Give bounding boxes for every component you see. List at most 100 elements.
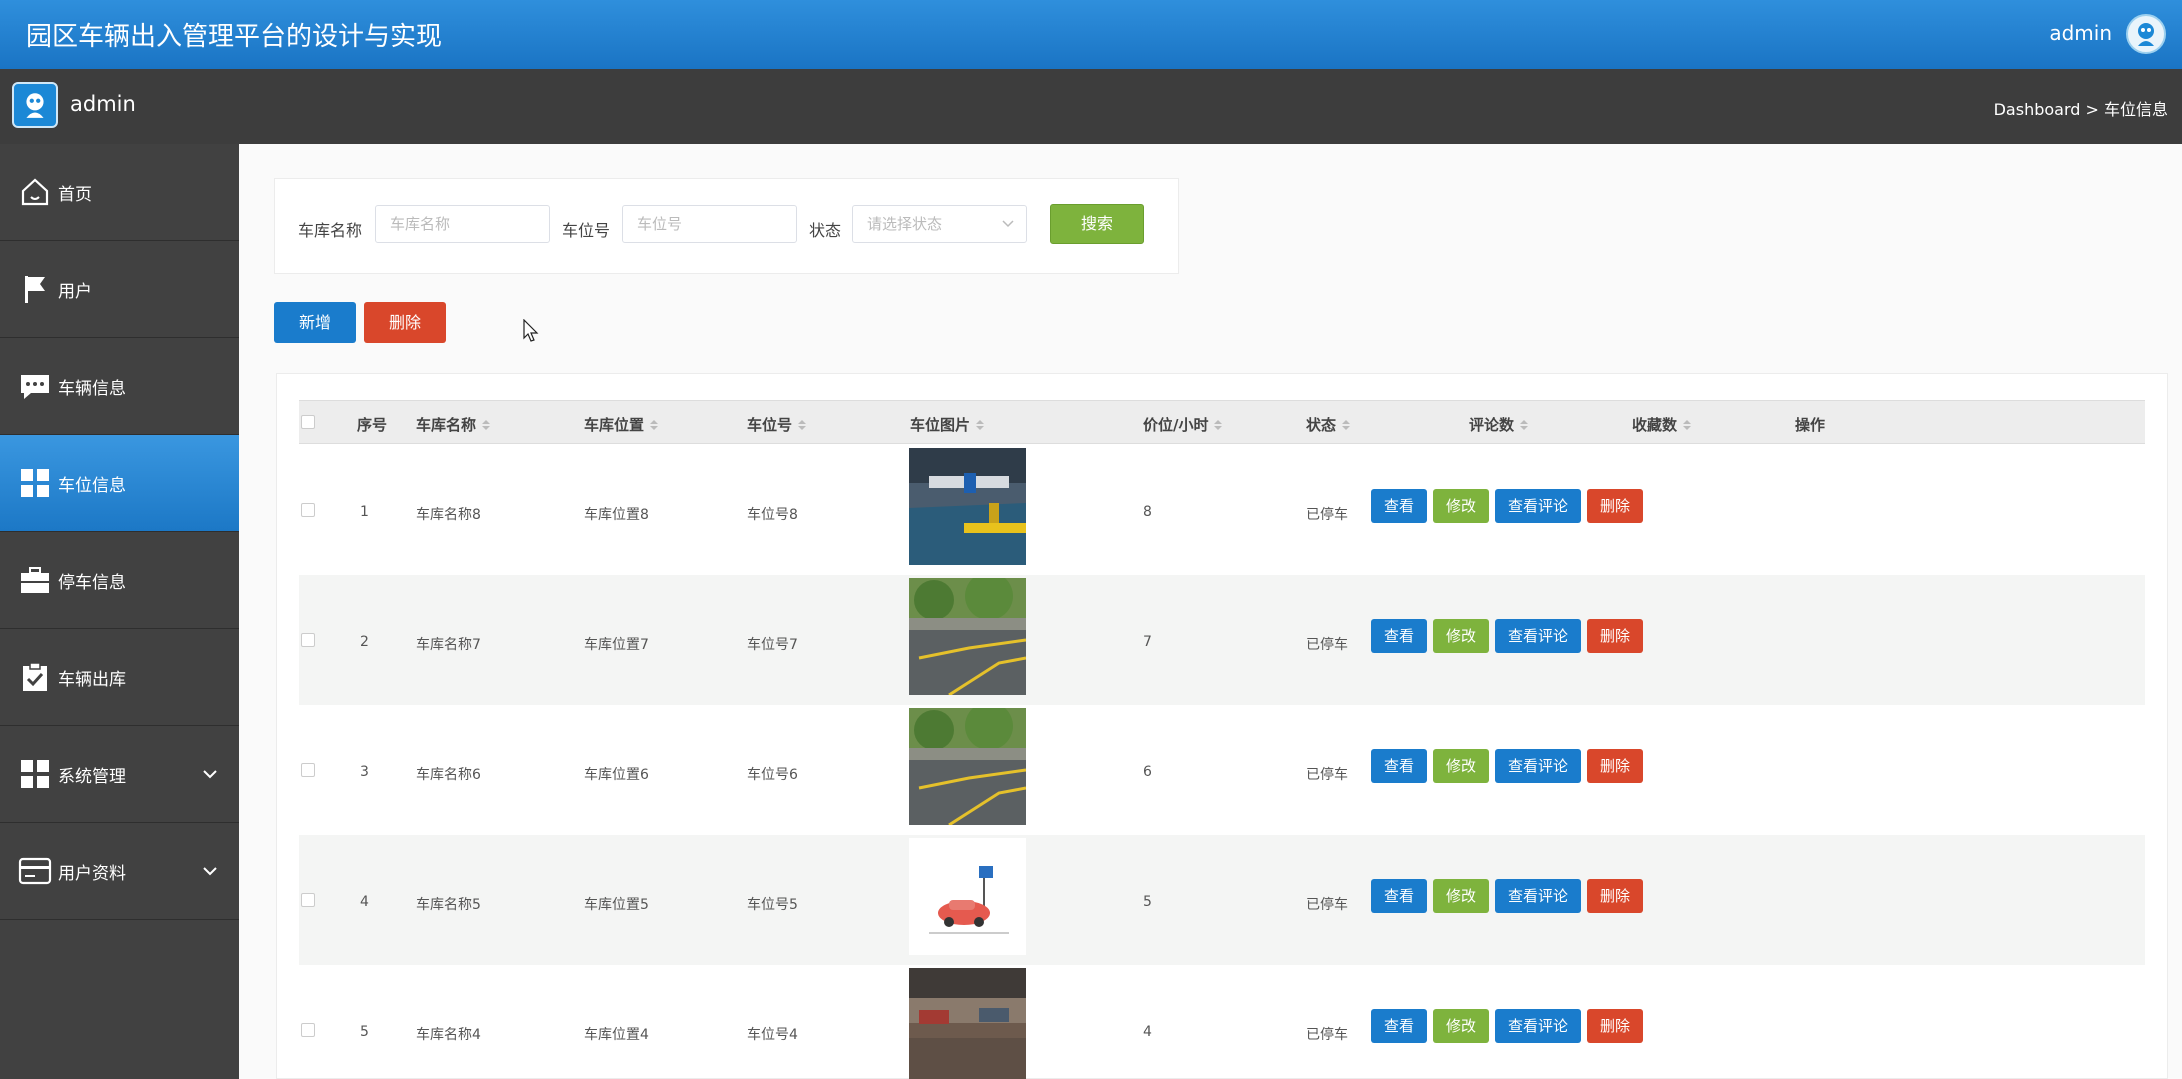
spot-image[interactable] (909, 708, 1026, 825)
spot-number: 车位号7 (747, 637, 798, 653)
sidebar-item-label: 用户 (58, 281, 92, 302)
card-icon (18, 854, 52, 888)
column-header-sortable[interactable]: 状态 (1306, 414, 1351, 435)
home-icon (18, 175, 52, 209)
view-comments-button[interactable]: 查看评论 (1495, 489, 1581, 523)
garage-name-input[interactable]: 车库名称 (375, 205, 550, 243)
garage-location: 车库位置4 (584, 1027, 649, 1043)
bulk-delete-button[interactable]: 删除 (364, 302, 446, 343)
status: 已停车 (1306, 637, 1348, 653)
column-header-sortable[interactable]: 车库名称 (416, 414, 491, 435)
column-header: 序号 (357, 416, 388, 434)
sort-icon (1214, 419, 1223, 430)
delete-button[interactable]: 删除 (1587, 1009, 1643, 1043)
status: 已停车 (1306, 897, 1348, 913)
top-header: 园区车辆出入管理平台的设计与实现 admin (0, 0, 2182, 69)
column-header-sortable[interactable]: 价位/小时 (1143, 414, 1223, 435)
sidebar-item-vehicles[interactable]: 车辆信息 (0, 338, 239, 435)
garage-name: 车库名称7 (416, 637, 481, 653)
garage-location: 车库位置6 (584, 767, 649, 783)
add-button[interactable]: 新增 (274, 302, 356, 343)
price-per-hour: 6 (1143, 764, 1152, 780)
edit-button[interactable]: 修改 (1433, 749, 1489, 783)
delete-button[interactable]: 删除 (1587, 619, 1643, 653)
row-number: 4 (360, 894, 369, 910)
breadcrumb[interactable]: Dashboard > 车位信息 (1994, 96, 2168, 120)
sidebar-item-home[interactable]: 首页 (0, 144, 239, 241)
spot-number-input[interactable]: 车位号 (622, 205, 797, 243)
price-per-hour: 7 (1143, 634, 1152, 650)
spot-number-label: 车位号 (562, 221, 611, 240)
column-header-sortable[interactable]: 车位图片 (910, 414, 985, 435)
column-header-sortable[interactable]: 车位号 (747, 414, 807, 435)
row-checkbox[interactable] (301, 633, 315, 647)
price-per-hour: 4 (1143, 1024, 1152, 1040)
briefcase-icon (18, 563, 52, 597)
sidebar-item-label: 车辆信息 (58, 378, 126, 399)
view-button[interactable]: 查看 (1371, 619, 1427, 653)
search-button[interactable]: 搜索 (1050, 204, 1144, 244)
column-header-sortable[interactable]: 车库位置 (584, 414, 659, 435)
edit-button[interactable]: 修改 (1433, 489, 1489, 523)
edit-button[interactable]: 修改 (1433, 1009, 1489, 1043)
app-title: 园区车辆出入管理平台的设计与实现 (26, 22, 443, 52)
row-checkbox[interactable] (301, 503, 315, 517)
column-header: 操作 (1795, 416, 1826, 434)
mouse-cursor-icon (523, 318, 539, 347)
user-avatar[interactable] (2126, 14, 2166, 54)
view-comments-button[interactable]: 查看评论 (1495, 879, 1581, 913)
sidebar-item-label: 系统管理 (58, 766, 126, 787)
garage-location: 车库位置7 (584, 637, 649, 653)
table-row: 3 车库名称6 车库位置6 车位号6 6 已停车 0 6 查看 修改 查看评论 … (299, 705, 2145, 835)
table-row: 2 车库名称7 车库位置7 车位号7 7 已停车 0 7 查看 修改 查看评论 … (299, 575, 2145, 705)
delete-button[interactable]: 删除 (1587, 749, 1643, 783)
garage-location: 车库位置8 (584, 507, 649, 523)
status-select[interactable]: 请选择状态 (852, 205, 1027, 243)
view-button[interactable]: 查看 (1371, 749, 1427, 783)
edit-button[interactable]: 修改 (1433, 879, 1489, 913)
sidebar-username: admin (70, 92, 136, 116)
user-bar: admin Dashboard > 车位信息 (0, 69, 2182, 144)
select-all-checkbox[interactable] (301, 415, 315, 429)
sidebar-item-parking-records[interactable]: 停车信息 (0, 532, 239, 629)
row-checkbox[interactable] (301, 1023, 315, 1037)
delete-button[interactable]: 删除 (1587, 489, 1643, 523)
spot-image[interactable] (909, 578, 1026, 695)
row-number: 1 (360, 504, 369, 520)
edit-button[interactable]: 修改 (1433, 619, 1489, 653)
spot-image[interactable] (909, 838, 1026, 955)
view-comments-button[interactable]: 查看评论 (1495, 749, 1581, 783)
view-button[interactable]: 查看 (1371, 489, 1427, 523)
sidebar-item-vehicle-exit[interactable]: 车辆出库 (0, 629, 239, 726)
view-comments-button[interactable]: 查看评论 (1495, 1009, 1581, 1043)
garage-name-label: 车库名称 (298, 221, 363, 240)
sidebar-item-parking-spots[interactable]: 车位信息 (0, 435, 239, 532)
row-checkbox[interactable] (301, 893, 315, 907)
garage-name: 车库名称8 (416, 507, 481, 523)
row-number: 3 (360, 764, 369, 780)
delete-button[interactable]: 删除 (1587, 879, 1643, 913)
sidebar-item-profile[interactable]: 用户资料 (0, 823, 239, 920)
sidebar-item-system[interactable]: 系统管理 (0, 726, 239, 823)
sidebar-item-users[interactable]: 用户 (0, 241, 239, 338)
spot-number-placeholder: 车位号 (637, 215, 683, 233)
view-comments-button[interactable]: 查看评论 (1495, 619, 1581, 653)
price-per-hour: 8 (1143, 504, 1152, 520)
row-checkbox[interactable] (301, 763, 315, 777)
sort-icon (798, 419, 807, 430)
sidebar-item-label: 车辆出库 (58, 669, 126, 690)
clipboard-check-icon (18, 660, 52, 694)
spot-image[interactable] (909, 448, 1026, 565)
grid-icon (18, 466, 52, 500)
table-row: 4 车库名称5 车库位置5 车位号5 5 已停车 0 5 查看 修改 查看评论 … (299, 835, 2145, 965)
column-header-sortable[interactable]: 评论数 (1469, 414, 1529, 435)
flag-icon (18, 272, 52, 306)
spot-image[interactable] (909, 968, 1026, 1079)
header-username[interactable]: admin (2049, 21, 2112, 45)
chevron-down-icon (203, 764, 217, 784)
garage-name: 车库名称4 (416, 1027, 481, 1043)
view-button[interactable]: 查看 (1371, 1009, 1427, 1043)
view-button[interactable]: 查看 (1371, 879, 1427, 913)
column-header-sortable[interactable]: 收藏数 (1632, 414, 1692, 435)
search-form: 车库名称 车库名称 车位号 车位号 状态 请选择状态 搜索 (274, 178, 1179, 274)
